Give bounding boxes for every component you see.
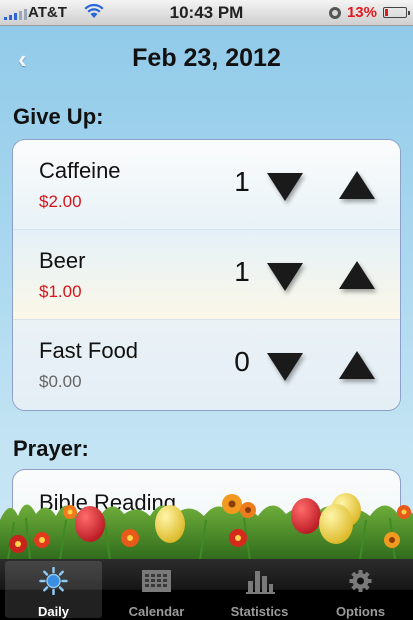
meadow-decoration [0, 493, 413, 560]
item-name: Fast Food [39, 338, 139, 363]
tab-calendar[interactable]: Calendar [108, 561, 205, 619]
list-item: Caffeine $2.00 1 [13, 140, 400, 230]
battery-percent: 13% [346, 4, 377, 21]
tab-statistics[interactable]: Statistics [211, 561, 308, 619]
tab-options[interactable]: Options [312, 561, 409, 619]
give-up-card: Caffeine $2.00 1 Beer $1.00 1 Fast Food … [12, 139, 401, 411]
prayer-heading: Prayer: [13, 436, 89, 461]
item-amount: $0.00 [39, 372, 82, 391]
item-amount: $2.00 [39, 192, 82, 211]
calendar-icon [142, 570, 171, 592]
item-count: 0 [234, 346, 250, 377]
tab-bar: Daily Calendar Statistics Options [0, 559, 413, 620]
give-up-heading: Give Up: [13, 104, 104, 129]
sun-icon [39, 567, 68, 595]
item-count: 1 [234, 166, 250, 197]
page-title: Feb 23, 2012 [132, 44, 281, 72]
tab-label: Calendar [128, 604, 185, 619]
item-name: Caffeine [39, 158, 121, 183]
decrement-arrow-icon[interactable] [267, 353, 303, 381]
increment-arrow-icon[interactable] [339, 171, 375, 199]
increment-arrow-icon[interactable] [339, 261, 375, 289]
decrement-arrow-icon[interactable] [267, 263, 303, 291]
item-amount: $1.00 [39, 282, 82, 301]
rotation-lock-icon [328, 6, 341, 19]
tab-daily[interactable]: Daily [5, 561, 102, 619]
decrement-arrow-icon[interactable] [267, 173, 303, 201]
list-item: Beer $1.00 1 [13, 230, 400, 320]
tab-label: Options [335, 604, 386, 619]
item-name: Beer [39, 248, 86, 273]
item-count: 1 [234, 256, 250, 287]
status-bar: AT&T 10:43 PM 13% [0, 0, 413, 26]
tab-label: Daily [37, 604, 70, 619]
battery-fill [385, 9, 388, 16]
bar-chart-icon [246, 571, 275, 594]
gear-icon [349, 570, 372, 592]
battery-icon [383, 7, 410, 18]
tab-label: Statistics [230, 604, 289, 619]
list-item: Fast Food $0.00 0 [13, 320, 400, 410]
increment-arrow-icon[interactable] [339, 351, 375, 379]
